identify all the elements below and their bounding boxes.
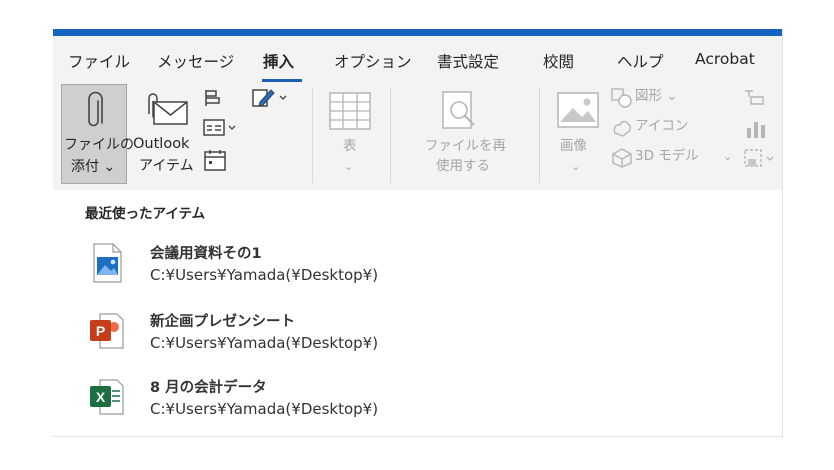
shapes-button[interactable]: 図形 ⌄ — [611, 86, 691, 108]
outlook-item-label-1: Outlook — [133, 136, 190, 152]
outlook-item-label-2: アイテム — [139, 158, 194, 174]
ribbon-separator — [539, 88, 540, 183]
recent-item[interactable]: 会議用資料その1 C:¥Users¥Yamada(¥Desktop¥) — [53, 235, 782, 299]
paperclip-icon — [82, 91, 106, 133]
outlook-compose-window: ファイル メッセージ 挿入 オプション 書式設定 校閲 ヘルプ Acrobat … — [53, 29, 783, 438]
reuse-files-button[interactable]: ファイルを再 使用する — [403, 84, 513, 184]
3d-cube-icon — [611, 148, 633, 168]
3d-models-label: 3D モデル — [635, 148, 699, 164]
table-icon — [329, 92, 371, 130]
attach-file-button[interactable]: ファイルの 添付 ⌄ — [61, 84, 134, 184]
smartart-icon[interactable] — [743, 88, 765, 106]
outlook-item-button[interactable]: Outlook アイテム — [133, 84, 199, 184]
tab-acrobat[interactable]: Acrobat — [695, 50, 755, 68]
recent-item[interactable]: X 8 月の会計データ C:¥Users¥Yamada(¥Desktop¥) — [53, 369, 782, 433]
tab-message[interactable]: メッセージ — [157, 50, 234, 72]
attach-envelope-icon — [139, 92, 189, 126]
picture-icon — [557, 92, 599, 128]
table-chevron-icon: ⌄ — [344, 160, 354, 173]
picture-button[interactable]: 画像 ⌄ — [549, 84, 607, 184]
table-button[interactable]: 表 ⌄ — [323, 84, 379, 184]
tab-review[interactable]: 校閲 — [543, 50, 574, 72]
window-accent-bar — [53, 29, 782, 36]
recent-items-heading: 最近使ったアイテム — [85, 206, 206, 222]
recent-item-path: C:¥Users¥Yamada(¥Desktop¥) — [150, 400, 379, 418]
business-card-icon[interactable] — [203, 88, 223, 108]
picture-chevron-icon: ⌄ — [571, 160, 581, 173]
icons-label: アイコン — [635, 118, 689, 134]
excel-file-icon: X — [90, 377, 124, 417]
recent-item-path: C:¥Users¥Yamada(¥Desktop¥) — [150, 266, 379, 284]
signature-pen-icon[interactable] — [251, 86, 293, 110]
tab-format[interactable]: 書式設定 — [437, 50, 499, 72]
ribbon-separator — [312, 88, 313, 183]
reuse-files-label-2: 使用する — [436, 158, 490, 174]
reuse-files-icon — [441, 90, 481, 134]
ribbon: ファイルの 添付 ⌄ Outlook アイテム 表 ⌄ ファイルを再 使用する … — [53, 82, 782, 191]
menu-bottom-divider — [53, 436, 782, 437]
tab-help[interactable]: ヘルプ — [617, 50, 664, 72]
ribbon-separator — [390, 88, 391, 183]
reuse-files-label-1: ファイルを再 — [425, 138, 506, 154]
icons-button[interactable]: アイコン — [611, 116, 691, 138]
recent-items-menu: 最近使ったアイテム 会議用資料その1 C:¥Users¥Yamada(¥Desk… — [53, 190, 782, 438]
3d-models-button[interactable]: 3D モデル ⌄ — [611, 146, 736, 168]
image-file-icon — [90, 243, 124, 283]
recent-item-path: C:¥Users¥Yamada(¥Desktop¥) — [150, 334, 379, 352]
powerpoint-file-icon: P — [90, 311, 124, 351]
recent-item-name: 新企画プレゼンシート — [150, 314, 295, 330]
calendar-icon[interactable] — [203, 148, 227, 172]
attach-file-label-1: ファイルの — [64, 137, 134, 153]
tab-options[interactable]: オプション — [334, 50, 412, 72]
svg-text:X: X — [96, 389, 106, 405]
chart-icon[interactable] — [745, 118, 767, 140]
signature-icon[interactable] — [203, 118, 239, 138]
screenshot-icon[interactable] — [743, 148, 777, 170]
recent-item-name: 8 月の会計データ — [150, 380, 267, 396]
table-label: 表 — [343, 138, 357, 154]
icons-icon — [611, 118, 633, 138]
tab-insert[interactable]: 挿入 — [263, 50, 294, 72]
attach-file-label-2: 添付 ⌄ — [71, 159, 116, 175]
picture-label: 画像 — [560, 138, 587, 154]
svg-text:P: P — [96, 323, 105, 339]
ribbon-tabs: ファイル メッセージ 挿入 オプション 書式設定 校閲 ヘルプ Acrobat — [53, 36, 782, 82]
shapes-label: 図形 ⌄ — [635, 88, 678, 104]
3d-models-chevron-icon: ⌄ — [723, 150, 733, 163]
recent-item-name: 会議用資料その1 — [150, 246, 262, 262]
tab-file[interactable]: ファイル — [68, 50, 130, 72]
shapes-icon — [611, 88, 633, 108]
recent-item[interactable]: P 新企画プレゼンシート C:¥Users¥Yamada(¥Desktop¥) — [53, 303, 782, 367]
